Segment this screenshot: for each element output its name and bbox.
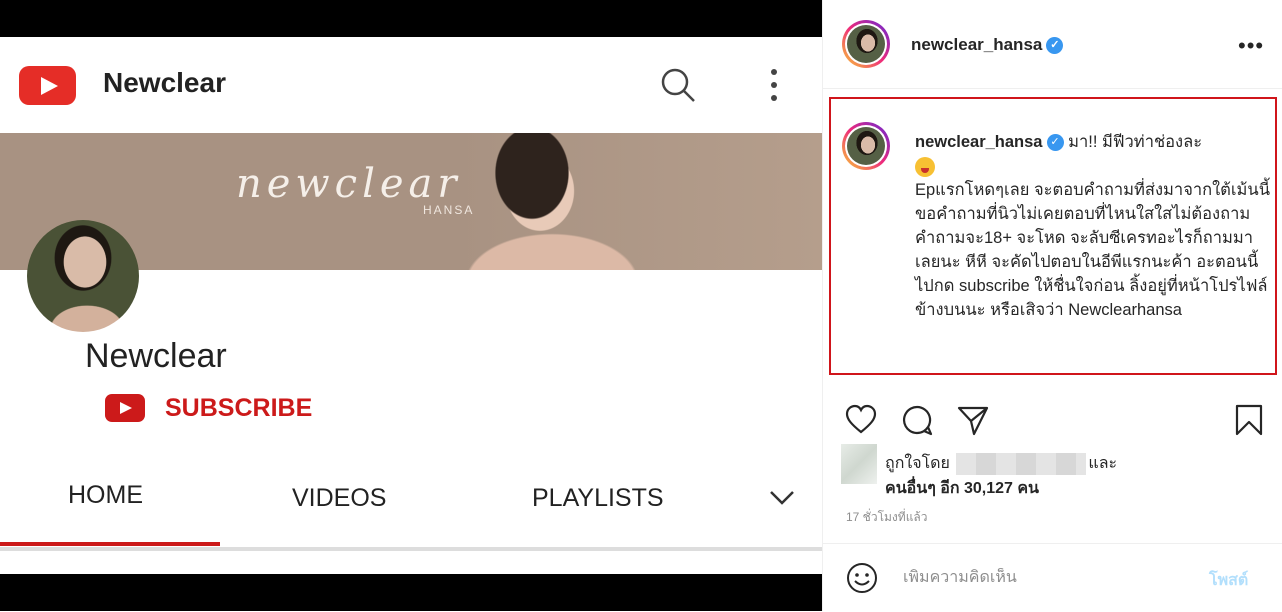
liked-by-prefix: ถูกใจโดย [885, 455, 950, 472]
caption-verified-icon: ✓ [1046, 134, 1064, 152]
post-media: Newclear newclear HANSA Newclear SUBSCRI… [0, 0, 822, 611]
youtube-header-channel-name: Newclear [103, 67, 226, 98]
post-actions [845, 404, 1265, 440]
emoji-smile-icon[interactable] [846, 562, 878, 594]
comment-input[interactable] [901, 568, 1195, 588]
verified-icon: ✓ [1046, 37, 1064, 55]
tab-playlists: PLAYLISTS [532, 484, 664, 512]
youtube-top-bar: Newclear [0, 37, 822, 133]
caption-text: newclear_hansa ✓ มา!! มีฟีวท่าช่องละ Epแร… [915, 130, 1275, 322]
timestamp[interactable]: 17 ชั่วโมงที่แล้ว [846, 508, 928, 527]
subscribe-label: SUBSCRIBE [165, 394, 313, 422]
profile-photo [847, 25, 885, 63]
divider [0, 547, 822, 551]
chevron-down-icon [770, 491, 794, 505]
more-vertical-icon [771, 69, 777, 101]
active-tab-indicator [0, 542, 220, 546]
caption-highlight: newclear_hansa ✓ มา!! มีฟีวท่าช่องละ Epแร… [829, 97, 1277, 375]
banner-sub-text: HANSA [423, 203, 475, 217]
blurred-username[interactable] [956, 452, 1087, 475]
channel-tabs: HOME VIDEOS PLAYLISTS [0, 467, 822, 547]
caption-tag: Newclearhansa [1068, 301, 1182, 319]
tab-home: HOME [68, 481, 143, 509]
liked-by-and: และ [1088, 455, 1118, 472]
likes-count[interactable]: คนอื่นๆ อีก 30,127 คน [885, 476, 1039, 501]
avatar[interactable] [842, 20, 890, 68]
banner-photo [452, 133, 822, 270]
post-header: newclear_hansa ✓ ••• [823, 0, 1282, 89]
liker-avatar-blurred[interactable] [841, 444, 877, 484]
tab-videos: VIDEOS [292, 484, 387, 512]
caption-profile-photo [847, 127, 885, 165]
post-comment-button[interactable]: โพสต์ [1209, 568, 1248, 593]
youtube-channel-screenshot: Newclear newclear HANSA Newclear SUBSCRI… [0, 37, 822, 574]
youtube-subscribe-icon [105, 394, 145, 422]
liked-by-text: ถูกใจโดย และ [885, 451, 1117, 476]
more-options-icon[interactable]: ••• [1238, 33, 1264, 59]
caption-first-line: มา!! มีฟีวท่าช่องละ [1068, 133, 1203, 151]
post-username[interactable]: newclear_hansa ✓ [911, 35, 1064, 55]
banner-script-text: newclear [236, 161, 462, 207]
search-icon [661, 68, 695, 102]
bookmark-icon[interactable] [1233, 404, 1265, 436]
youtube-logo-icon [19, 66, 76, 105]
post-details-panel: newclear_hansa ✓ ••• newclear_hansa ✓ มา!!… [822, 0, 1282, 611]
squinting-tongue-emoji-icon [915, 156, 935, 177]
caption-avatar[interactable] [842, 122, 890, 170]
channel-name: Newclear [85, 337, 227, 375]
share-icon[interactable] [957, 404, 989, 436]
heart-icon[interactable] [845, 404, 877, 436]
caption-body: Epแรกโหดๆเลย จะตอบคำถามที่ส่งมาจากใต้เม้… [915, 181, 1270, 319]
comment-bar: โพสต์ [823, 543, 1282, 612]
username-text[interactable]: newclear_hansa [911, 35, 1042, 54]
channel-avatar [27, 220, 139, 332]
comment-icon[interactable] [901, 404, 933, 436]
caption-username[interactable]: newclear_hansa [915, 133, 1043, 151]
